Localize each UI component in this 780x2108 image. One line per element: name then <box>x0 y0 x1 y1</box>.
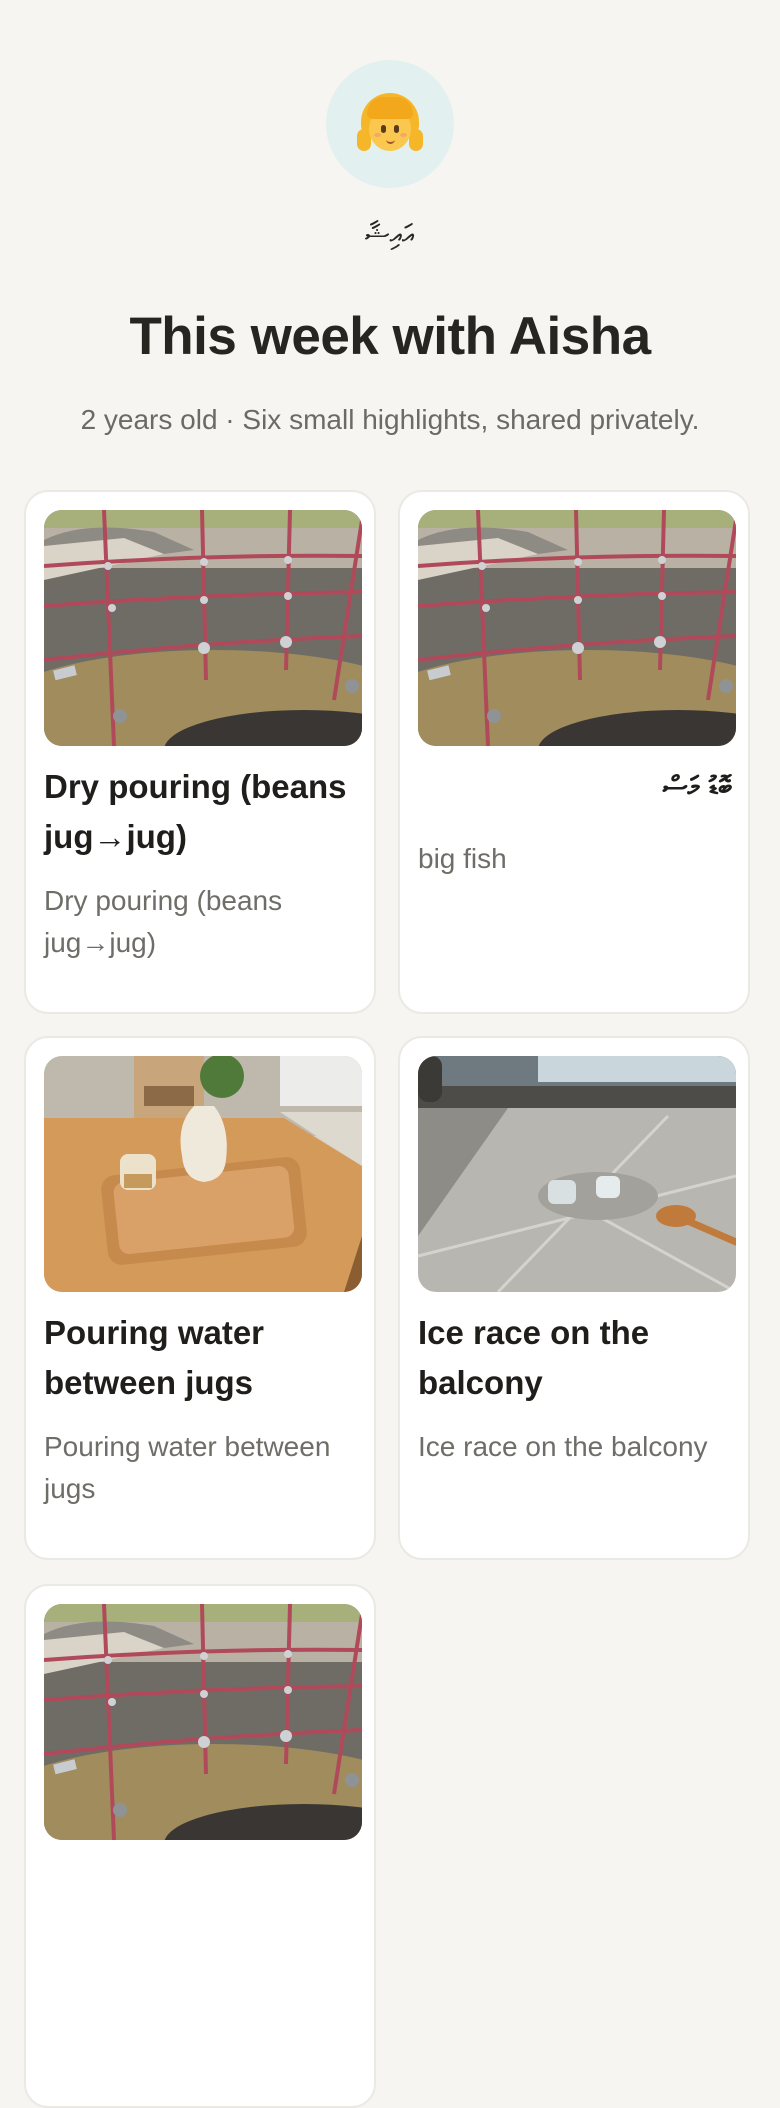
highlight-photo <box>418 510 736 746</box>
highlight-description: Dry pouring (beans jug→jug) <box>44 885 283 958</box>
girl-emoji-icon <box>357 91 423 157</box>
avatar <box>326 60 454 188</box>
highlight-card[interactable] <box>24 1584 376 2108</box>
highlight-description: Ice race on the balcony <box>418 1431 708 1462</box>
highlight-description: Pouring water between jugs <box>44 1431 331 1504</box>
profile-header: އައިޝާ This week with Aisha 2 years old … <box>0 0 780 490</box>
highlight-photo <box>44 1604 362 1840</box>
highlight-photo <box>44 1056 362 1292</box>
highlight-card[interactable]: Ice race on the balcony Ice race on the … <box>398 1036 750 1560</box>
child-name-dhivehi: އައިޝާ <box>365 218 415 251</box>
highlight-card[interactable]: Pouring water between jugs Pouring water… <box>24 1036 376 1560</box>
page-subtitle: 2 years old · Six small highlights, shar… <box>80 404 700 435</box>
highlight-title: ބޮޑު މަސް <box>662 770 732 803</box>
highlight-photo <box>44 510 362 746</box>
highlight-photo <box>418 1056 736 1292</box>
page-title: This week with Aisha <box>129 307 651 366</box>
highlight-description: big fish <box>418 843 507 874</box>
highlight-title: Pouring water between jugs <box>44 1314 265 1401</box>
highlight-card[interactable]: ބޮޑު މަސް big fish <box>398 490 750 1014</box>
highlight-card[interactable]: Dry pouring (beans jug→jug) Dry pouring … <box>24 490 376 1014</box>
highlight-title: Ice race on the balcony <box>418 1314 650 1401</box>
highlight-title: Dry pouring (beans jug→jug) <box>44 768 347 855</box>
